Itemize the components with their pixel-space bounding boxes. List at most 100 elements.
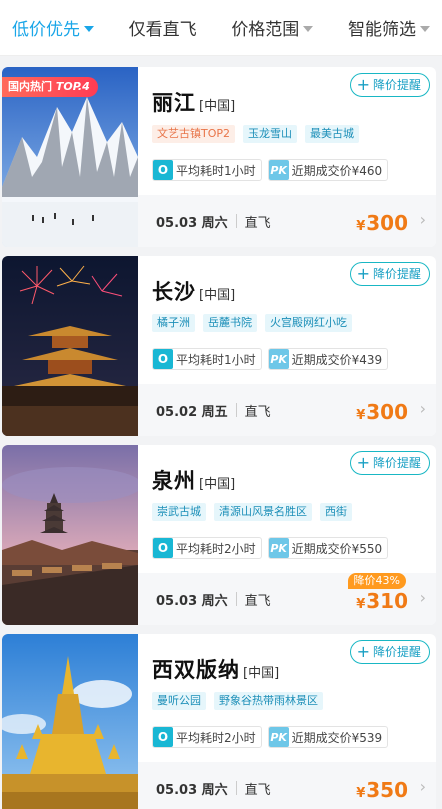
recent-price-chip: PK 近期成交价¥439	[267, 348, 389, 370]
country-label: [中国]	[199, 99, 236, 114]
price: ¥ 300	[356, 400, 408, 424]
destination-photo	[2, 634, 138, 809]
tag-list: 文艺古镇TOP2 玉龙雪山 最美古城	[152, 125, 360, 143]
attraction-tag: 崇武古城	[152, 503, 206, 521]
ranking-badge-rank: TOP.4	[55, 80, 90, 93]
city-heading: 丽江 [中国]	[152, 87, 235, 117]
currency-symbol: ¥	[356, 597, 366, 612]
price: ¥ 310	[356, 589, 408, 613]
flight-date: 05.03 周六	[156, 782, 228, 798]
divider	[235, 592, 237, 606]
price-amount: 300	[366, 400, 408, 424]
flight-date: 05.02 周五	[156, 404, 228, 420]
price-alert-button[interactable]: + 降价提醒	[349, 451, 430, 475]
destination-photo	[2, 256, 138, 436]
flight-date: 05.03 周六	[156, 215, 228, 231]
city-heading: 长沙 [中国]	[152, 276, 235, 306]
pk-icon: PK	[268, 349, 289, 369]
attraction-tag: 橘子洲	[152, 314, 195, 332]
destination-card[interactable]: + 降价提醒 泉州 [中国] 崇武古城 清源山风景名胜区 西街 O 平均耗时2小…	[2, 445, 436, 625]
attraction-tag: 清源山风景名胜区	[214, 503, 312, 521]
avg-time-text: 平均耗时2小时	[176, 730, 256, 745]
price: ¥ 350	[356, 778, 408, 802]
pk-icon: PK	[268, 727, 289, 747]
pk-icon: PK	[268, 538, 289, 558]
filter-low-price-first[interactable]: 低价优先	[12, 15, 94, 40]
caret-down-icon	[303, 25, 314, 32]
avg-time-chip: O 平均耗时2小时	[152, 537, 262, 559]
recent-price-text: 近期成交价¥439	[291, 352, 383, 367]
city-name: 西双版纳	[152, 658, 240, 682]
metrics-row: O 平均耗时1小时 PK 近期成交价¥439	[152, 348, 389, 370]
filter-direct-only[interactable]: 仅看直飞	[129, 15, 197, 40]
pk-icon: PK	[268, 160, 289, 180]
attraction-tag: 曼听公园	[152, 692, 206, 710]
destination-card[interactable]: 国内热门 TOP.4 + 降价提醒 丽江 [中国] 文艺古镇TOP2 玉龙雪山 …	[2, 67, 436, 247]
filter-price-range[interactable]: 价格范围	[231, 15, 314, 40]
metrics-row: O 平均耗时2小时 PK 近期成交价¥550	[152, 537, 389, 559]
filter-label: 智能筛选	[347, 20, 416, 40]
price-alert-button[interactable]: + 降价提醒	[349, 262, 430, 286]
destination-photo	[2, 445, 138, 625]
price: ¥ 300	[356, 211, 408, 235]
direct-flight-label: 直飞	[244, 593, 271, 609]
price-alert-button[interactable]: + 降价提醒	[349, 73, 430, 97]
recent-price-text: 近期成交价¥539	[291, 730, 383, 745]
tag-list: 橘子洲 岳麓书院 火宫殿网红小吃	[152, 314, 352, 332]
avg-time-text: 平均耗时1小时	[176, 352, 256, 367]
destination-info: + 降价提醒 西双版纳 [中国] 曼听公园 野象谷热带雨林景区 O 平均耗时2小…	[138, 634, 436, 809]
direct-flight-label: 直飞	[244, 404, 271, 420]
flight-time-icon: O	[153, 160, 173, 180]
destination-info: + 降价提醒 丽江 [中国] 文艺古镇TOP2 玉龙雪山 最美古城 O 平均耗时…	[138, 67, 436, 247]
price-alert-button[interactable]: + 降价提醒	[349, 640, 430, 664]
price-amount: 350	[366, 778, 408, 802]
divider	[235, 781, 237, 795]
caret-down-icon	[84, 25, 94, 32]
destination-card[interactable]: + 降价提醒 西双版纳 [中国] 曼听公园 野象谷热带雨林景区 O 平均耗时2小…	[2, 634, 436, 809]
recent-price-text: 近期成交价¥550	[291, 541, 383, 556]
filter-smart[interactable]: 智能筛选	[348, 15, 430, 40]
avg-time-text: 平均耗时1小时	[176, 163, 256, 178]
price-alert-label: 降价提醒	[372, 78, 421, 92]
filter-label: 低价优先	[12, 20, 80, 40]
currency-symbol: ¥	[356, 786, 366, 801]
recent-price-chip: PK 近期成交价¥460	[267, 159, 389, 181]
avg-time-chip: O 平均耗时1小时	[152, 348, 262, 370]
avg-time-chip: O 平均耗时1小时	[152, 159, 262, 181]
recent-price-text: 近期成交价¥460	[291, 163, 383, 178]
tag-list: 曼听公园 野象谷热带雨林景区	[152, 692, 323, 710]
recent-price-chip: PK 近期成交价¥539	[267, 726, 389, 748]
plus-icon: +	[356, 264, 370, 283]
destination-card[interactable]: + 降价提醒 长沙 [中国] 橘子洲 岳麓书院 火宫殿网红小吃 O 平均耗时1小…	[2, 256, 436, 436]
city-name: 丽江	[152, 91, 196, 115]
chevron-right-icon: ›	[419, 777, 426, 796]
attraction-tag: 岳麓书院	[203, 314, 257, 332]
avg-time-text: 平均耗时2小时	[176, 541, 256, 556]
attraction-tag: 火宫殿网红小吃	[265, 314, 352, 332]
avg-time-chip: O 平均耗时2小时	[152, 726, 262, 748]
ranking-badge: 国内热门 TOP.4	[2, 77, 98, 97]
direct-flight-label: 直飞	[244, 215, 271, 231]
flight-time-icon: O	[153, 727, 173, 747]
filter-bar: 低价优先 仅看直飞 价格范围 智能筛选	[0, 0, 442, 56]
currency-symbol: ¥	[356, 408, 366, 423]
flight-date: 05.03 周六	[156, 593, 228, 609]
price-alert-label: 降价提醒	[372, 645, 421, 659]
flight-time-icon: O	[153, 538, 173, 558]
filter-label: 价格范围	[231, 20, 300, 40]
destination-info: + 降价提醒 长沙 [中国] 橘子洲 岳麓书院 火宫殿网红小吃 O 平均耗时1小…	[138, 256, 436, 436]
attraction-tag: 野象谷热带雨林景区	[214, 692, 323, 710]
chevron-right-icon: ›	[419, 588, 426, 607]
chevron-right-icon: ›	[419, 399, 426, 418]
metrics-row: O 平均耗时1小时 PK 近期成交价¥460	[152, 159, 389, 181]
price-amount: 310	[366, 589, 408, 613]
discount-badge: 降价43%	[347, 573, 406, 589]
city-name: 泉州	[152, 469, 196, 493]
attraction-tag: 玉龙雪山	[243, 125, 298, 143]
attraction-tag: 最美古城	[305, 125, 360, 143]
country-label: [中国]	[199, 477, 236, 492]
price-alert-label: 降价提醒	[372, 267, 421, 281]
city-heading: 泉州 [中国]	[152, 465, 235, 495]
tag-list: 崇武古城 清源山风景名胜区 西街	[152, 503, 352, 521]
caret-down-icon	[419, 25, 430, 32]
